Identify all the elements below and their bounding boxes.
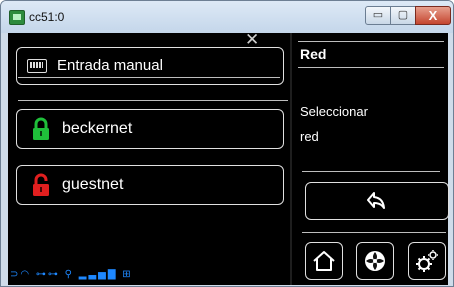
title-underline — [298, 67, 444, 68]
back-arrow-icon — [367, 192, 385, 209]
manual-underline — [18, 77, 280, 78]
gear-icon — [416, 250, 438, 272]
settings-button[interactable] — [408, 242, 446, 280]
window-title: cc51:0 — [29, 10, 65, 24]
panel-divider — [290, 33, 292, 285]
keyboard-icon — [27, 59, 47, 73]
maximize-button[interactable]: ▢ — [390, 6, 416, 25]
instruction-line-2: red — [300, 129, 319, 144]
fan-button[interactable] — [356, 242, 394, 280]
network-name: guestnet — [62, 176, 124, 193]
minimize-button[interactable]: ▭ — [365, 6, 391, 25]
close-icon: X — [428, 8, 438, 23]
right-bottom-line — [302, 232, 446, 233]
app-icon — [9, 10, 25, 25]
home-button[interactable] — [305, 242, 343, 280]
title-bar: cc51:0 ▭ ▢ X — [1, 1, 453, 33]
lock-open-icon — [33, 173, 49, 196]
network-name: beckernet — [62, 120, 133, 137]
close-button[interactable]: X — [415, 6, 451, 25]
app-window: cc51:0 ▭ ▢ X ✕ Entrada manual beckernet — [0, 0, 454, 287]
lock-closed-icon — [33, 117, 49, 140]
back-button[interactable] — [305, 182, 449, 220]
status-icons-bar: ⊃◠ ⊶⊶ ⚲ ▂▃▅▇ ⊞ — [10, 269, 133, 280]
fan-icon — [365, 251, 385, 271]
manual-entry-label: Entrada manual — [57, 57, 163, 74]
network-item-guestnet[interactable]: guestnet — [16, 165, 284, 205]
network-item-beckernet[interactable]: beckernet — [16, 109, 284, 149]
minimize-icon: ▭ — [372, 9, 384, 21]
instruction-line-1: Seleccionar — [300, 104, 368, 119]
maximize-icon: ▢ — [397, 9, 409, 21]
device-screen: ✕ Entrada manual beckernet guestnet ⊃◠ ⊶… — [8, 30, 449, 285]
network-panel-title: Red — [300, 46, 327, 62]
right-top-line — [298, 41, 444, 42]
manual-entry-button[interactable]: Entrada manual — [16, 47, 284, 85]
left-separator — [18, 100, 288, 101]
right-mid-line — [302, 171, 440, 172]
home-icon — [313, 251, 335, 271]
